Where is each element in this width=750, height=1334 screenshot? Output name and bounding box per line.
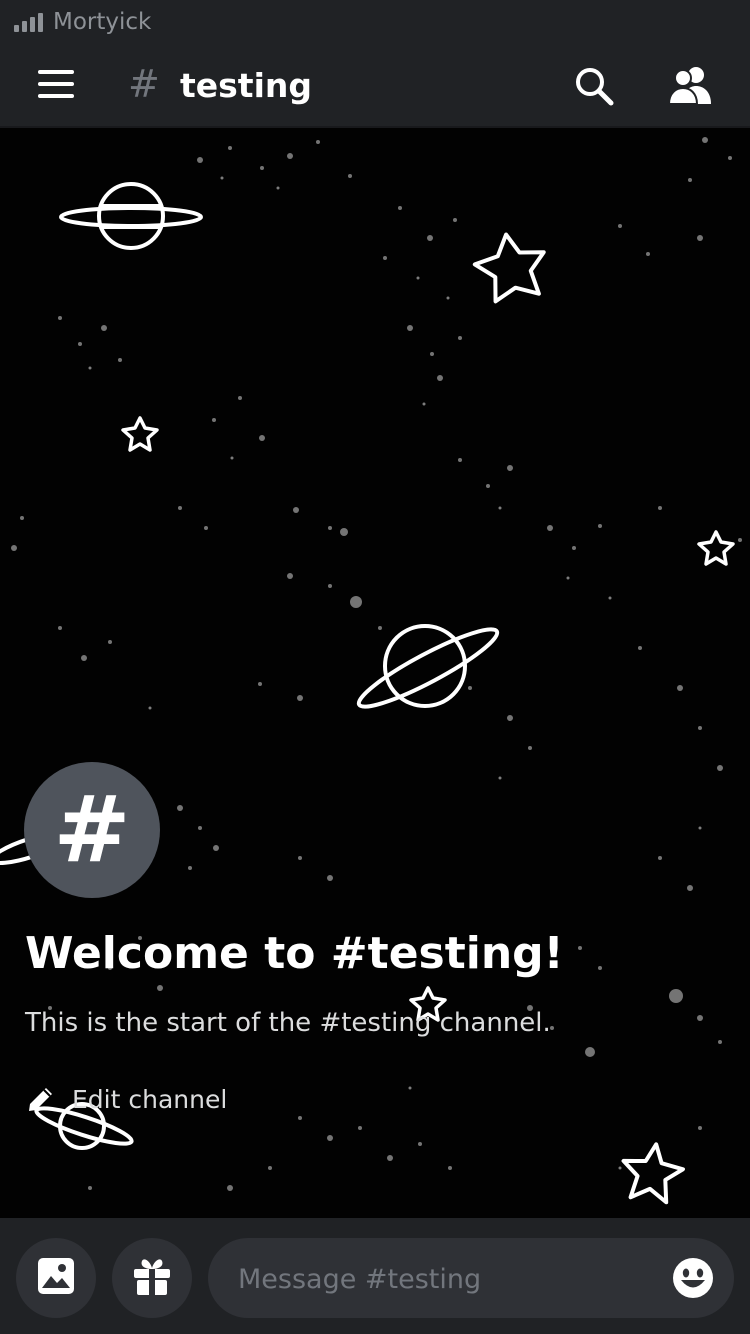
gift-icon — [131, 1255, 173, 1301]
message-input[interactable] — [236, 1238, 660, 1320]
welcome-subtitle: This is the start of the #testing channe… — [25, 1008, 551, 1038]
message-input-container — [208, 1238, 734, 1320]
channel-background-art — [0, 128, 750, 1218]
edit-channel-label: Edit channel — [72, 1084, 228, 1114]
image-icon — [36, 1256, 76, 1300]
upload-image-button[interactable] — [16, 1238, 96, 1318]
signal-strength-icon — [14, 12, 43, 32]
search-icon[interactable] — [572, 64, 616, 108]
gift-nitro-button[interactable] — [112, 1238, 192, 1318]
status-bar: Mortyick — [0, 0, 750, 44]
welcome-title: Welcome to #testing! — [25, 928, 564, 979]
emoji-icon[interactable] — [672, 1257, 714, 1299]
app-screen: Mortyick # testing # Welcome to #testing… — [0, 0, 750, 1334]
pencil-icon — [24, 1080, 58, 1118]
channel-title: testing — [180, 66, 312, 105]
channel-hash-icon: # — [128, 62, 160, 106]
channel-header: # testing — [0, 44, 750, 128]
carrier-name: Mortyick — [53, 9, 152, 35]
channel-avatar-hash: # — [53, 776, 131, 883]
message-composer — [0, 1218, 750, 1334]
edit-channel-button[interactable]: Edit channel — [24, 1080, 227, 1118]
hamburger-menu-icon[interactable] — [38, 70, 74, 98]
members-icon[interactable] — [666, 64, 714, 108]
channel-avatar: # — [24, 762, 160, 898]
